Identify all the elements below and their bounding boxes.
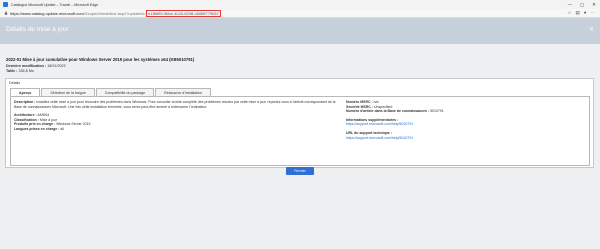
details-tabs: Aperçu Sélection de la langue Compatibil…: [10, 88, 212, 96]
classification-value: Mise à jour: [39, 117, 58, 122]
update-summary: 2022-01 Mise à jour cumulative pour Wind…: [6, 57, 406, 73]
overview-content: Description : Installez cette mise à jou…: [10, 96, 590, 166]
classification-label: Classification :: [14, 117, 39, 122]
support-url-link[interactable]: https://support.microsoft.com/help/50107…: [346, 136, 586, 141]
page-content: Détails de mise à jour ✕ 2022-01 Mise à …: [0, 18, 600, 249]
overview-left-column: Description : Installez cette mise à jou…: [14, 100, 339, 132]
products-label: Produits pris en charge :: [14, 122, 56, 127]
close-window-icon[interactable]: ✕: [588, 0, 600, 9]
collections-icon[interactable]: ▤: [576, 10, 580, 16]
window-controls: — ▢ ✕: [564, 0, 600, 9]
update-title: 2022-01 Mise à jour cumulative pour Wind…: [6, 57, 195, 62]
url-text[interactable]: https://www.catalog.update.microsoft.com…: [10, 9, 221, 17]
more-options-icon[interactable]: ⋯: [591, 10, 596, 16]
tab-language-selection[interactable]: Sélection de la langue: [41, 88, 95, 96]
edge-app-icon: [3, 2, 8, 7]
architecture-value: AMD64: [37, 113, 50, 118]
url-highlight-box: e1f86f0f-9bbe-4043-8298-c60f6f775087: [146, 9, 221, 17]
url-host: https://www.catalog.update.microsoft.com: [10, 10, 84, 16]
details-header: Détails de mise à jour ✕: [0, 18, 600, 44]
last-modified-label: Dernière modification :: [6, 63, 47, 68]
products-value: Windows Server 2019: [56, 122, 91, 127]
description-text: Installez cette mise à jour pour résoudr…: [14, 100, 336, 109]
details-label: Détails: [9, 81, 20, 85]
window-title: Catalogue Microsoft Update – Travail – M…: [11, 2, 99, 7]
size-label: Taille :: [6, 69, 18, 73]
maximize-icon[interactable]: ▢: [576, 0, 588, 9]
msrc-number-value: n/a: [373, 100, 379, 104]
minimize-icon[interactable]: —: [564, 0, 576, 9]
tab-install-resources[interactable]: Ressource d'installation: [155, 88, 211, 96]
page-title: Détails de mise à jour: [6, 26, 69, 33]
tab-package-compatibility[interactable]: Compatibilité du package: [95, 88, 155, 96]
overview-right-column: Numéro MSRC : n/a Sévérité MSRC : Unspec…: [346, 100, 586, 140]
msrc-severity-value: Unspecified: [374, 104, 393, 109]
languages-label: Langues prises en charge :: [14, 126, 60, 131]
url-path: /ScopedViewInline.aspx?updateid=: [83, 10, 147, 16]
msrc-number-label: Numéro MSRC :: [346, 100, 373, 104]
languages-value: all: [60, 126, 64, 131]
languages-line: Langues prises en charge : all: [14, 127, 339, 132]
favorite-star-icon[interactable]: ☆: [567, 10, 571, 16]
last-modified-line: Dernière modification : 18/01/2022: [6, 64, 406, 68]
window-titlebar: Catalogue Microsoft Update – Travail – M…: [0, 0, 600, 9]
address-bar[interactable]: https://www.catalog.update.microsoft.com…: [0, 9, 600, 18]
kb-value: 5010791: [430, 109, 444, 114]
architecture-label: Architecture :: [14, 113, 37, 118]
browser-toolbar-icons: ☆ ▤ ● ⋯: [567, 10, 595, 16]
size-line: Taille : 336,8 Mo: [6, 69, 406, 73]
msrc-severity-label: Sévérité MSRC :: [346, 104, 374, 109]
details-panel: Détails Aperçu Sélection de la langue Co…: [5, 78, 594, 168]
last-modified-value: 18/01/2022: [47, 63, 66, 68]
profile-icon[interactable]: ●: [584, 10, 587, 16]
size-value: 336,8 Mo: [18, 69, 34, 73]
close-icon[interactable]: ✕: [589, 26, 594, 33]
description-block: Description : Installez cette mise à jou…: [14, 100, 339, 109]
close-button[interactable]: Fermer: [286, 167, 314, 175]
lock-icon: [4, 11, 8, 15]
tab-overview[interactable]: Aperçu: [10, 88, 41, 96]
description-label: Description :: [14, 100, 36, 104]
kb-label: Numéro d'article dans la Base de connais…: [346, 109, 430, 114]
